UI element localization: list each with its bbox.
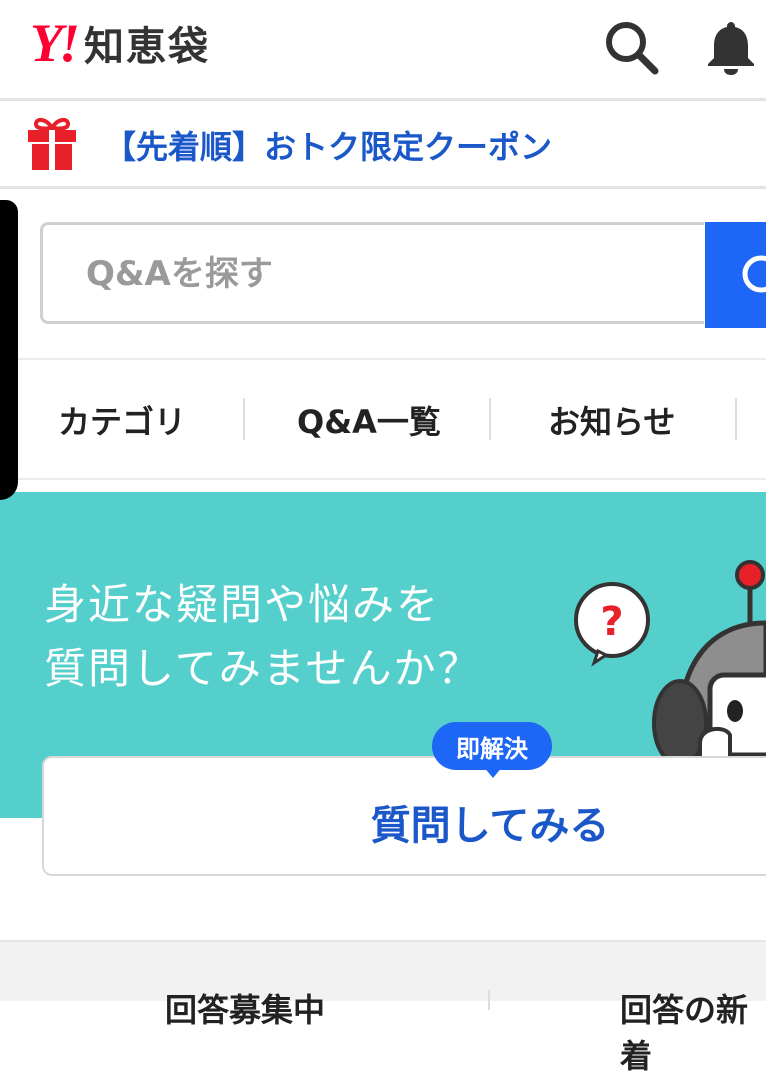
yahoo-chiebukuro-logo[interactable]: Y! 知恵袋 <box>30 14 210 72</box>
device-edge <box>0 200 18 500</box>
tabs-divider <box>0 478 766 480</box>
search-input[interactable] <box>46 228 686 320</box>
logo-mark: Y! <box>30 13 80 73</box>
tab-qa-list[interactable]: Q&A一覧 <box>297 397 441 443</box>
tab-divider <box>243 398 245 440</box>
coupon-link[interactable]: 【先着順】おトク限定クーポン <box>104 122 552 168</box>
hero-line-1: 身近な疑問や悩みを <box>44 580 441 629</box>
instant-answer-badge: 即解決 <box>432 722 552 770</box>
coupon-divider <box>0 186 766 189</box>
search-icon[interactable] <box>602 18 660 76</box>
gift-icon <box>28 117 76 170</box>
tab-divider <box>735 398 737 440</box>
hero-line-2: 質問してみませんか？ <box>44 644 482 693</box>
search-submit-icon <box>742 255 766 293</box>
bottom-tab-divider <box>488 990 490 1010</box>
tab-open-questions[interactable]: 回答募集中 <box>165 985 325 1031</box>
bell-icon[interactable] <box>702 18 760 76</box>
tab-divider <box>489 398 491 440</box>
search-divider <box>0 358 766 360</box>
hero-message: 身近な疑問や悩みを 質問してみませんか？ <box>44 573 481 701</box>
mascot-illustration: ? <box>574 560 766 785</box>
badge-tail <box>483 766 503 778</box>
question-mark: ? <box>600 599 623 645</box>
ask-question-button[interactable]: 質問してみる <box>0 793 766 851</box>
tab-notice[interactable]: お知らせ <box>548 397 675 443</box>
tab-category[interactable]: カテゴリ <box>58 397 186 443</box>
search-submit-button[interactable] <box>705 222 766 328</box>
app-header: Y! 知恵袋 <box>0 0 766 98</box>
logo-text: 知恵袋 <box>84 24 210 70</box>
